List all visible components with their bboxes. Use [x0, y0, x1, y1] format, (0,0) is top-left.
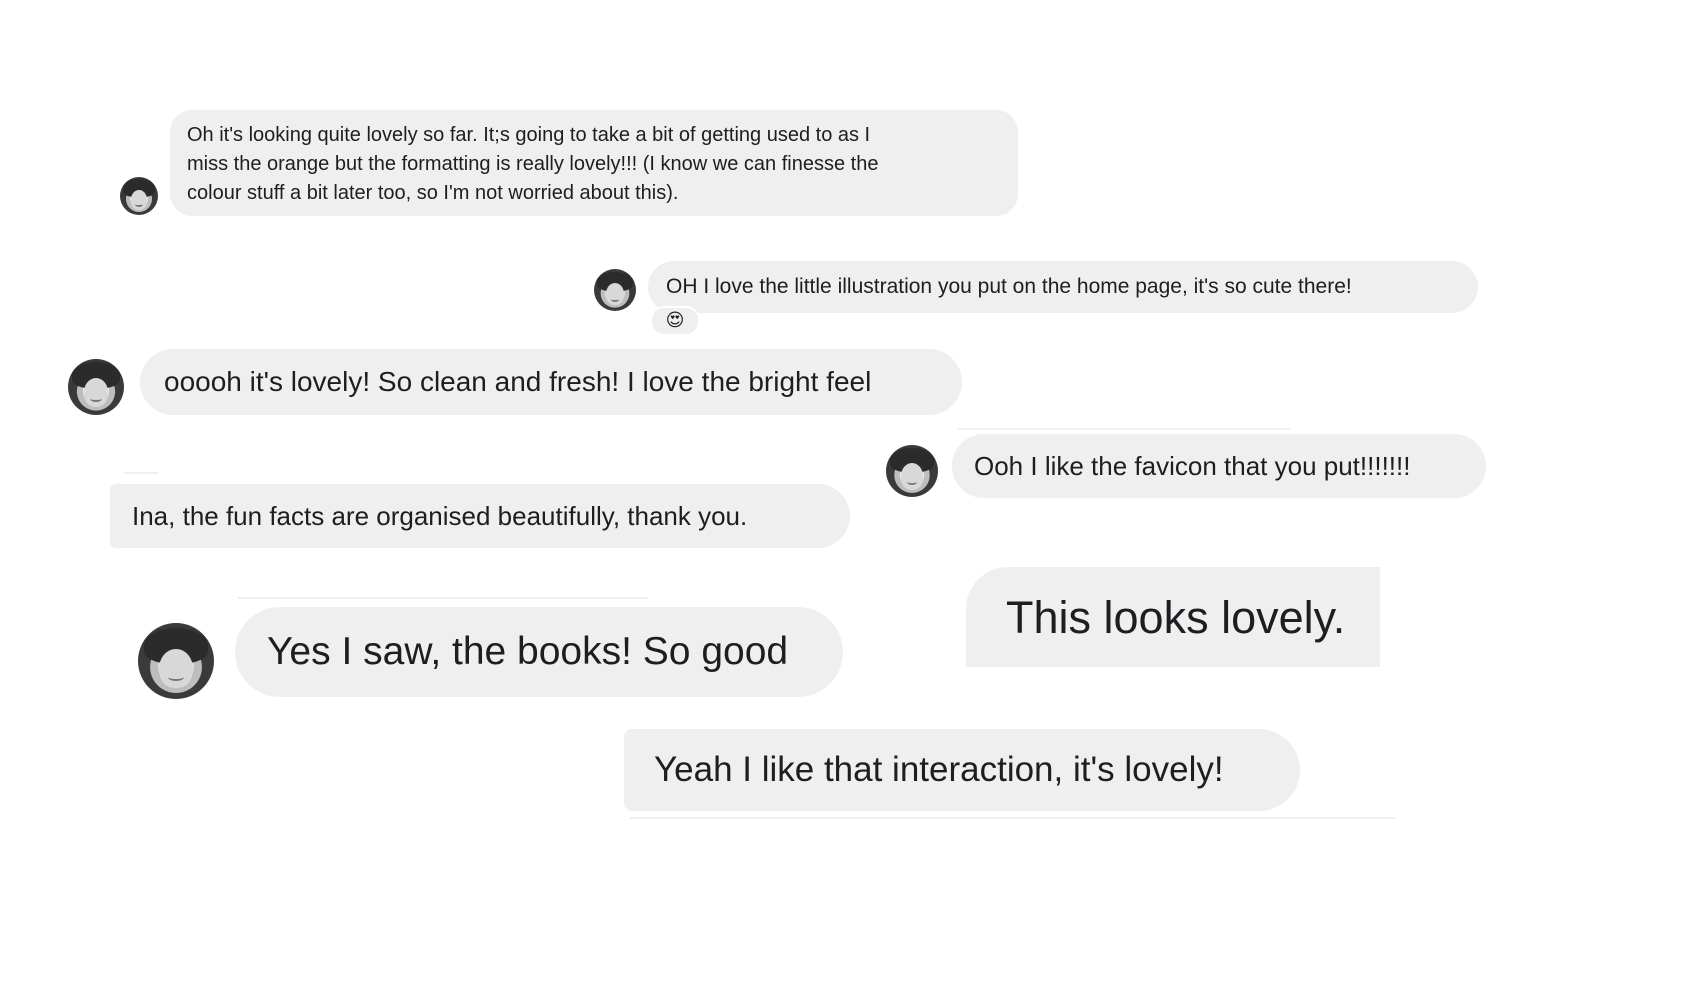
message-bubble[interactable]: Oh it's looking quite lovely so far. It;…: [170, 110, 1018, 216]
message-text: Yes I saw, the books! So good: [267, 630, 789, 673]
message-bubble[interactable]: Ina, the fun facts are organised beautif…: [110, 484, 850, 548]
divider: [630, 817, 1396, 819]
message-bubble[interactable]: Yeah I like that interaction, it's lovel…: [624, 729, 1300, 811]
avatar[interactable]: [138, 623, 214, 699]
message-bubble[interactable]: Yes I saw, the books! So good: [235, 607, 843, 697]
avatar[interactable]: [594, 269, 636, 311]
avatar-face: [83, 378, 109, 408]
avatar-face: [900, 462, 924, 490]
message-text: ooooh it's lovely! So clean and fresh! I…: [164, 366, 872, 397]
heart-eyes-emoji-icon: 😍: [665, 310, 685, 330]
message-line: Oh it's looking quite lovely so far. It;…: [187, 124, 871, 146]
message-line: colour stuff a bit later too, so I'm not…: [187, 182, 679, 204]
message-line: miss the orange but the formatting is re…: [187, 153, 879, 175]
message-bubble[interactable]: OH I love the little illustration you pu…: [648, 261, 1478, 313]
avatar[interactable]: [68, 359, 124, 415]
message-text: Ooh I like the favicon that you put!!!!!…: [974, 451, 1411, 481]
avatar-smile: [168, 673, 184, 682]
avatar-smile: [135, 202, 143, 208]
avatar[interactable]: [120, 177, 158, 215]
message-bubble[interactable]: ooooh it's lovely! So clean and fresh! I…: [140, 349, 962, 415]
avatar[interactable]: [886, 445, 938, 497]
message-text: This looks lovely.: [1006, 592, 1346, 643]
divider: [124, 472, 158, 474]
reaction-badge[interactable]: 😍: [650, 306, 700, 336]
message-text: OH I love the little illustration you pu…: [666, 275, 1352, 298]
message-bubble-cropped[interactable]: This looks lovely.: [966, 567, 1380, 667]
message-text: Yeah I like that interaction, it's lovel…: [654, 750, 1224, 789]
message-bubble[interactable]: Ooh I like the favicon that you put!!!!!…: [952, 434, 1486, 498]
avatar-face: [159, 648, 193, 689]
message-text: Ina, the fun facts are organised beautif…: [132, 501, 748, 531]
divider: [238, 597, 648, 599]
divider: [958, 428, 1290, 430]
